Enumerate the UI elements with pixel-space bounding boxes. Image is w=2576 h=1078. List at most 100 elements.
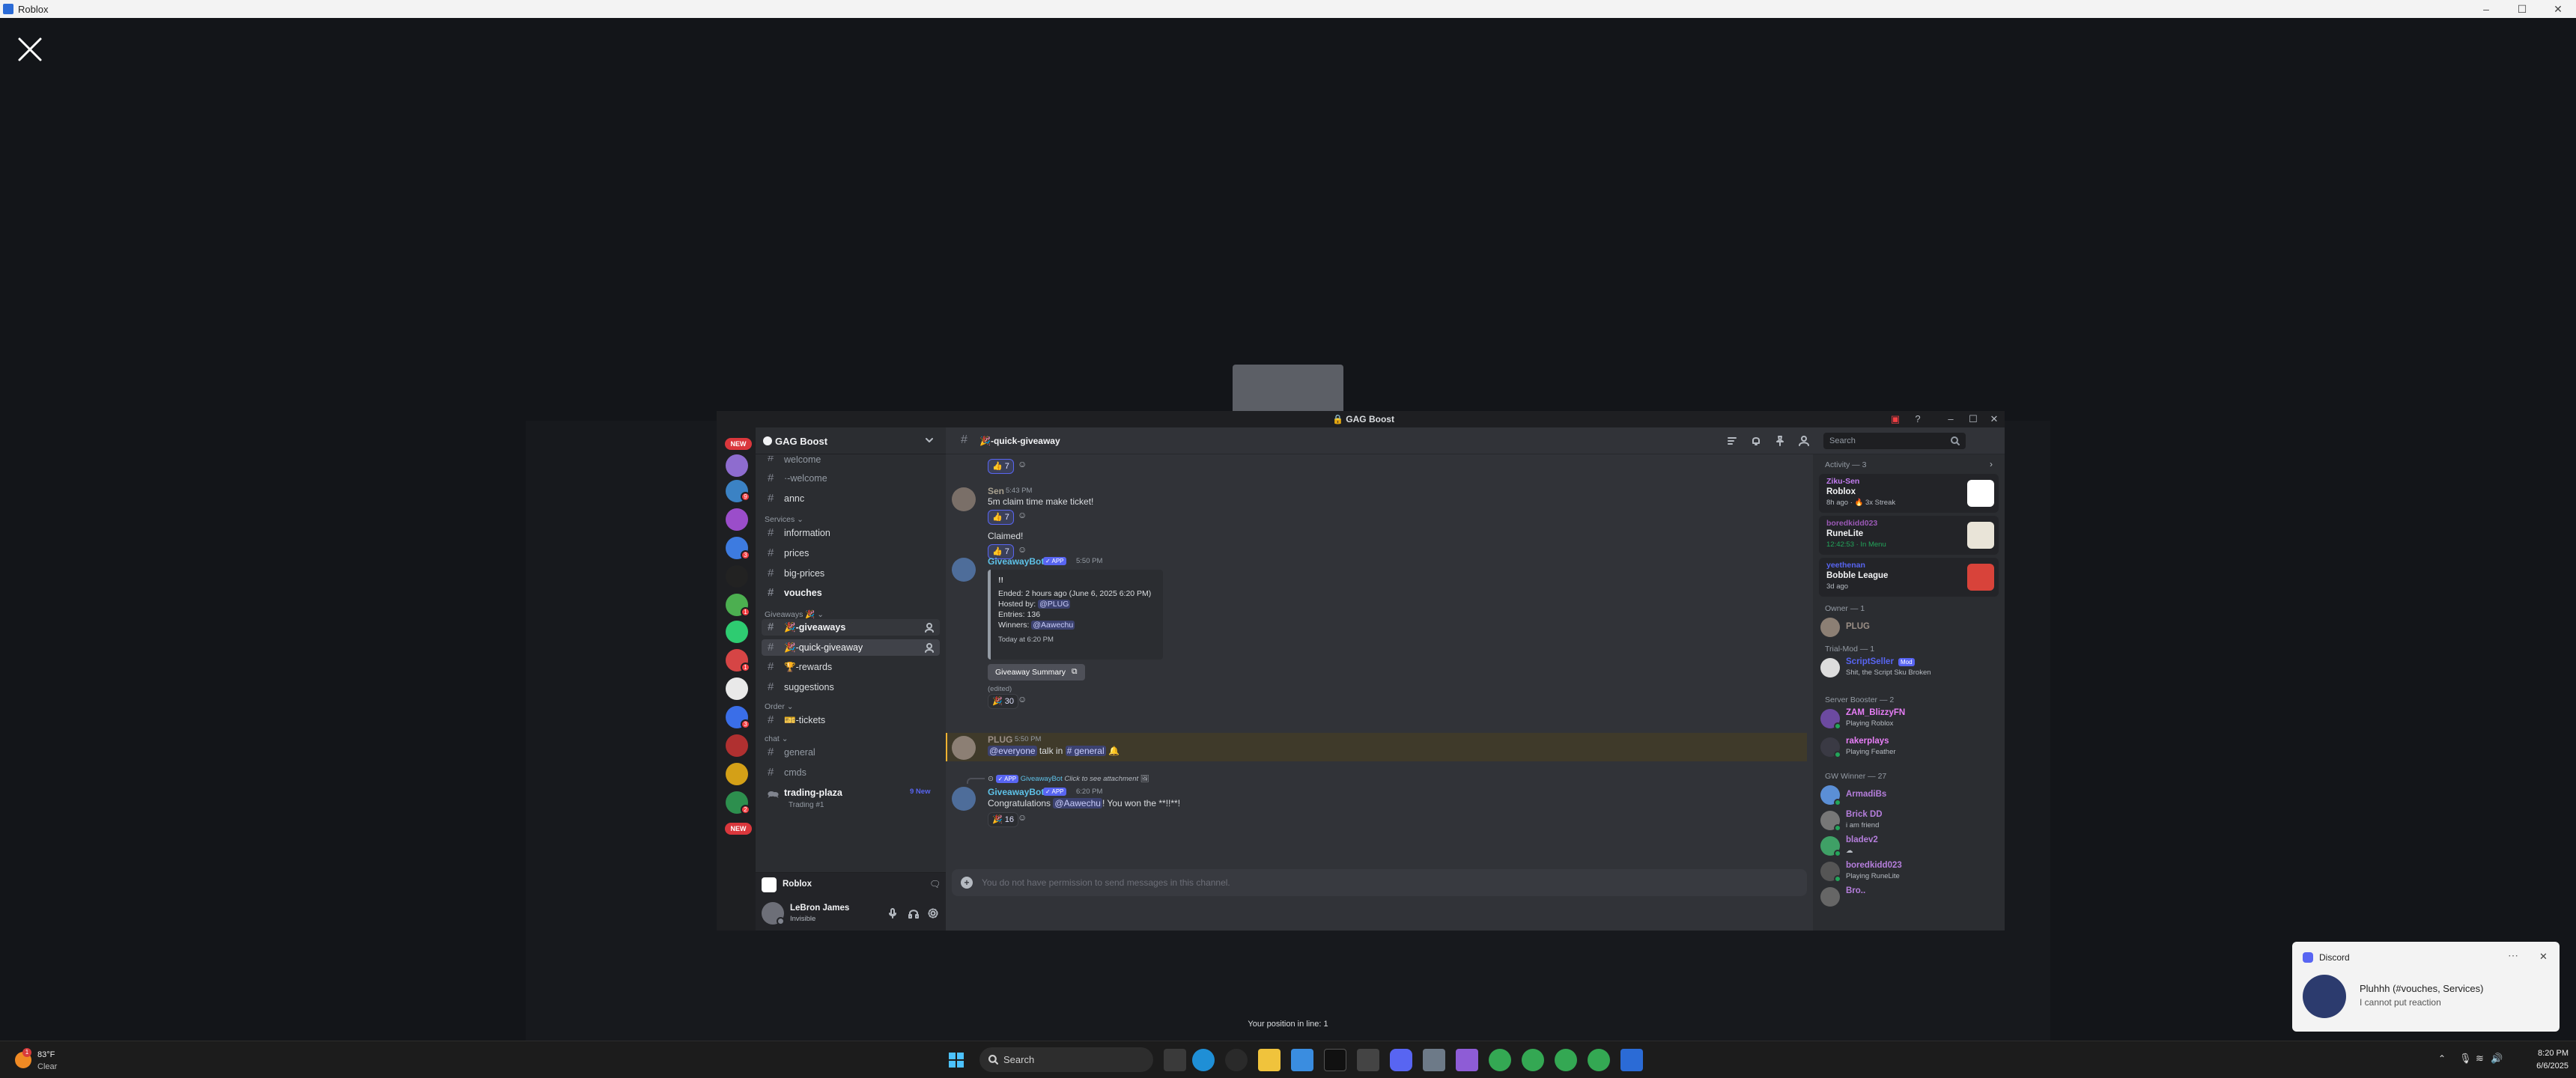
toast-more-button[interactable]: ⋯ [2508,949,2518,962]
inbox-icon[interactable]: ▣ [1885,413,1906,425]
clock[interactable]: 8:20 PM 6/6/2025 [2506,1047,2569,1073]
chrome-icon[interactable] [1522,1049,1544,1071]
discord-minimize-button[interactable]: – [1940,413,1961,424]
channel-general[interactable]: # general [762,744,940,761]
add-reaction-button[interactable]: ☺ [1018,694,1034,709]
giveaway-summary-button[interactable]: Giveaway Summary ⧉ [988,664,1085,680]
discord-close-button[interactable]: ✕ [1984,413,2005,425]
channel-welcome[interactable]: # welcome [762,456,940,466]
maximize-button[interactable]: ☐ [2507,0,2537,18]
server-icon[interactable] [726,508,748,531]
chrome-icon[interactable] [1489,1049,1511,1071]
wifi-icon[interactable]: ≋ [2476,1053,2484,1065]
category-order[interactable]: Order ⌄ [765,702,794,711]
server-header[interactable]: GAG Boost [756,427,946,454]
channel-big-prices[interactable]: # big-prices [762,565,940,582]
avatar[interactable] [952,487,976,511]
gear-icon[interactable] [928,908,938,919]
discord-notification[interactable]: Discord ⋯ ✕ Pluhhh (#vouches, Services) … [2292,942,2560,1032]
activity-card[interactable]: yeethenan Bobble League 3d ago [1819,558,1999,597]
reaction-chip[interactable]: 🎉 30 [988,694,1019,709]
terminal-icon[interactable] [1324,1049,1346,1071]
activity-card[interactable]: boredkidd023 RuneLite 12:42:53 · In Menu [1819,516,1999,555]
member-row[interactable]: bladev2 ☁ [1820,833,2000,857]
members-icon[interactable] [1798,435,1810,447]
reaction-chip[interactable]: 👍 7 [988,510,1014,525]
channel-cmds[interactable]: # cmds [762,764,940,781]
help-icon[interactable]: ? [1907,413,1928,424]
server-icon[interactable] [726,734,748,757]
threads-icon[interactable] [1726,435,1738,447]
avatar[interactable] [952,787,976,811]
app-icon[interactable] [1456,1049,1478,1071]
app-icon[interactable] [1291,1049,1313,1071]
chrome-icon[interactable] [1555,1049,1577,1071]
roblox-taskbar-icon[interactable] [1620,1049,1643,1071]
member-row[interactable]: Bro.. [1820,884,2000,908]
server-icon[interactable] [726,677,748,700]
task-view-button[interactable] [1164,1049,1186,1071]
channel-welcome-2[interactable]: # ·-welcome [762,470,940,487]
add-reaction-button[interactable]: ☺ [1018,510,1034,525]
message-input[interactable]: + You do not have permission to send mes… [952,869,1807,896]
channel-annc[interactable]: # annc [762,490,940,507]
category-chat[interactable]: chat ⌄ [765,734,789,743]
minimize-button[interactable]: – [2471,0,2501,18]
thread-trading-1[interactable]: Trading #1 [762,802,940,809]
server-icon[interactable] [726,565,748,588]
taskbar-search[interactable]: Search [979,1047,1153,1072]
channel-rewards[interactable]: # 🏆-rewards [762,659,940,675]
add-member-icon[interactable] [925,642,935,653]
pin-icon[interactable] [1774,435,1786,447]
app-icon[interactable] [1423,1049,1445,1071]
bell-icon[interactable] [1750,435,1762,447]
add-reaction-button[interactable]: ☺ [1018,459,1034,474]
channel-quick-giveaway[interactable]: # 🎉-quick-giveaway [762,639,940,656]
add-reaction-button[interactable]: ☺ [1018,812,1034,827]
channel-suggestions[interactable]: # suggestions [762,679,940,695]
activity-bar[interactable]: Roblox 🗨 [756,872,946,896]
server-icon[interactable] [726,454,748,477]
reaction-chip[interactable]: 🎉 16 [988,812,1019,827]
discord-taskbar-icon[interactable] [1390,1049,1412,1071]
category-services[interactable]: Services ⌄ [765,515,804,524]
channel-prices[interactable]: # prices [762,545,940,561]
member-row[interactable]: rakerplays Playing Feather [1820,734,2000,758]
weather-widget[interactable]: 1 83°F Clear [10,1046,100,1074]
microphone-icon[interactable] [887,908,898,919]
app-icon[interactable] [1225,1049,1248,1071]
member-row[interactable]: boredkidd023 Playing RuneLite [1820,859,2000,883]
headphones-icon[interactable] [908,908,919,919]
plus-icon[interactable]: + [961,877,973,889]
chrome-icon[interactable] [1588,1049,1610,1071]
window-close-button[interactable]: ✕ [2543,0,2573,18]
server-icon[interactable] [726,621,748,643]
channel-information[interactable]: # information [762,525,940,541]
chevron-up-icon[interactable]: ⌃ [2438,1053,2446,1064]
search-input[interactable]: Search [1823,433,1966,449]
activity-chat-icon[interactable]: 🗨 [929,879,941,889]
close-overlay-button[interactable] [13,33,46,66]
member-row[interactable]: ZAM_BlizzyFN Playing Roblox [1820,706,2000,730]
channel-giveaways[interactable]: # 🎉-giveaways [762,619,940,636]
member-row[interactable]: ArmadiBs [1820,782,2000,806]
member-row[interactable]: Brick DD i am friend [1820,808,2000,832]
microphone-tray-icon[interactable]: 🎙 [2459,1053,2472,1065]
category-giveaways[interactable]: Giveaways 🎉 ⌄ [765,609,824,619]
activity-card[interactable]: Ziku-Sen Roblox 8h ago · 🔥 3x Streak [1819,474,1999,513]
message-author[interactable]: Sen [988,486,1004,496]
member-row[interactable]: PLUG [1820,615,2000,639]
chevron-right-icon[interactable]: › [1990,459,1993,469]
volume-icon[interactable]: 🔊 [2491,1053,2503,1065]
server-icon[interactable] [726,763,748,785]
reply-preview[interactable]: ⊙ ✓ APP GiveawayBot Click to see attachm… [988,775,1149,783]
channel-tickets[interactable]: # 🎫-tickets [762,712,940,728]
edge-icon[interactable] [1192,1049,1215,1071]
discord-maximize-button[interactable]: ☐ [1963,413,1984,425]
channel-vouches[interactable]: # vouches [762,585,940,601]
message-author[interactable]: PLUG [988,734,1012,745]
reaction-chip[interactable]: 👍 7 [988,459,1014,474]
message-author[interactable]: GiveawayBot [988,556,1044,567]
avatar[interactable] [952,736,976,760]
toast-close-button[interactable]: ✕ [2539,951,2548,963]
